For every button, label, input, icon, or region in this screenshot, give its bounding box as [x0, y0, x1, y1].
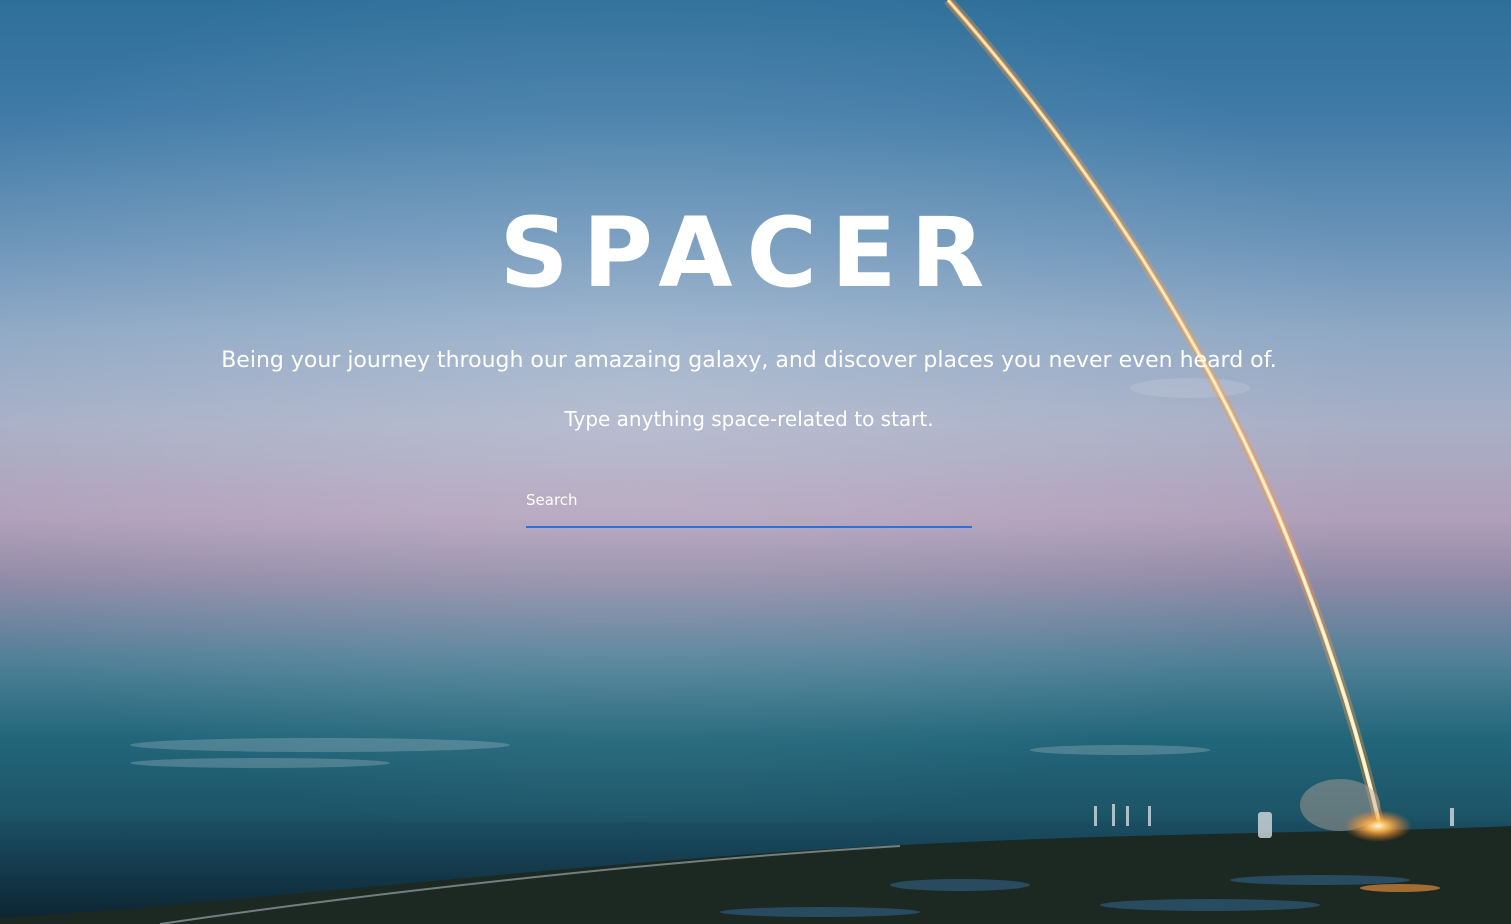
hero-tagline: Being your journey through our amazaing … — [221, 348, 1277, 373]
page-title: SPACER — [499, 197, 999, 309]
search-input[interactable] — [526, 474, 972, 528]
search-prompt: Type anything space-related to start. — [564, 407, 934, 431]
hero-content: SPACER Being your journey through our am… — [0, 0, 1511, 924]
search-field-container — [526, 474, 972, 532]
hero-section: SPACER Being your journey through our am… — [0, 0, 1511, 924]
